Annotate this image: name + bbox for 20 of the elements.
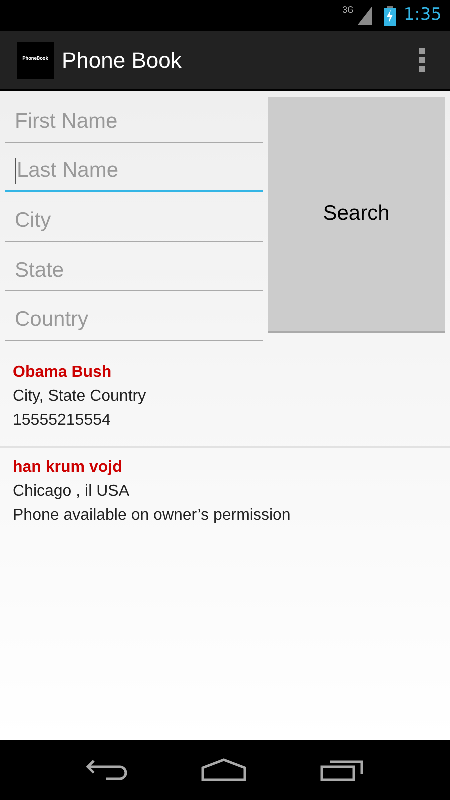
contact-phone: Phone available on owner’s permission [13, 506, 292, 526]
home-icon[interactable] [200, 758, 247, 782]
recent-apps-icon[interactable] [320, 758, 364, 782]
text-field[interactable]: Last Name [16, 154, 263, 186]
signal-icon [358, 6, 372, 24]
contact-address: City, State Country [13, 386, 148, 406]
app-title: Phone Book [62, 46, 182, 74]
network-label: 3G [342, 5, 354, 18]
text-field[interactable]: First Name [15, 106, 263, 138]
clock-text: 1:35 [404, 4, 442, 27]
battery-icon [384, 6, 396, 26]
text-field[interactable]: Country [15, 304, 263, 336]
text-field[interactable]: City [15, 205, 263, 236]
search-button[interactable]: Search [268, 97, 445, 333]
contact-name: han krum vojd [13, 458, 124, 478]
back-icon[interactable] [86, 759, 128, 781]
contact-phone: 15555215554 [13, 410, 112, 430]
contact-name: Obama Bush [13, 362, 113, 382]
text-field[interactable]: State [15, 254, 263, 286]
contact-address: Chicago , il USA [13, 482, 130, 502]
